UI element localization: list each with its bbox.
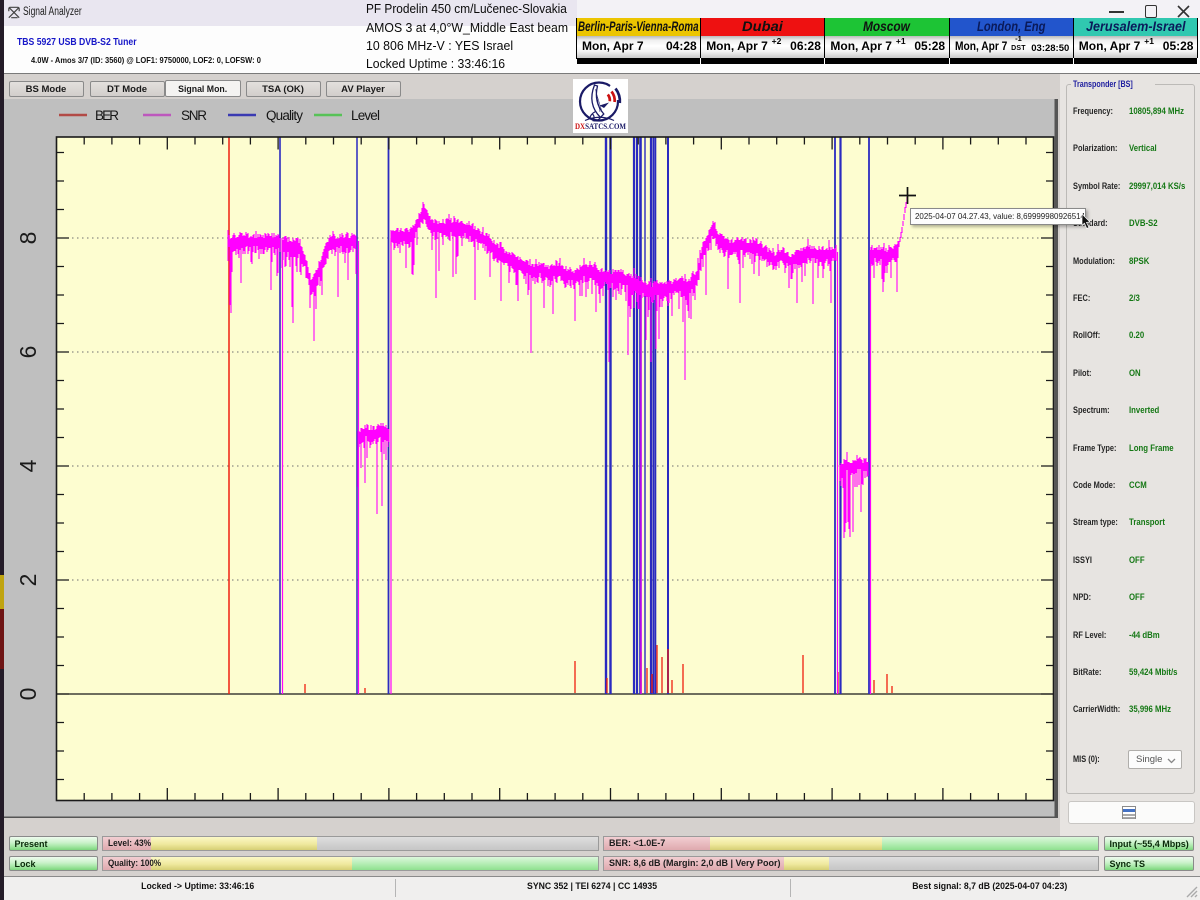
svg-text:Level: Level (351, 108, 380, 123)
svg-text:6: 6 (15, 346, 41, 359)
svg-text:0: 0 (15, 688, 41, 701)
svg-text:2: 2 (15, 574, 41, 587)
svg-text:DXSATCS.COM: DXSATCS.COM (575, 121, 626, 131)
svg-text:4: 4 (15, 459, 41, 472)
svg-text:8: 8 (15, 232, 41, 245)
svg-text:Quality: Quality (266, 108, 303, 123)
svg-text:BER: BER (95, 108, 119, 123)
svg-text:SNR: SNR (181, 108, 207, 123)
